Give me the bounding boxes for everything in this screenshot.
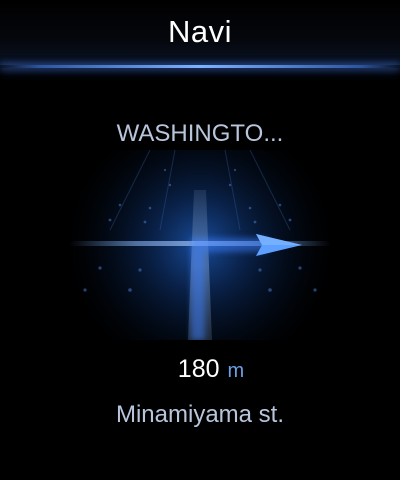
street-name: Minamiyama st. [115, 401, 285, 428]
maneuver-graphic [0, 149, 400, 340]
distance-value: 180 [177, 355, 220, 383]
page-title: Navi [167, 14, 232, 49]
destination-label: WASHINGTO... [116, 120, 284, 147]
navi-screen: Navi WASHINGTO... 180 m Minamiyama st. [0, 0, 400, 480]
header-bar: Navi [0, 0, 400, 68]
maneuver-canvas [0, 149, 400, 340]
distance-unit: m [227, 360, 245, 382]
distance-readout: 180 m [0, 355, 400, 384]
header-divider [0, 65, 400, 68]
